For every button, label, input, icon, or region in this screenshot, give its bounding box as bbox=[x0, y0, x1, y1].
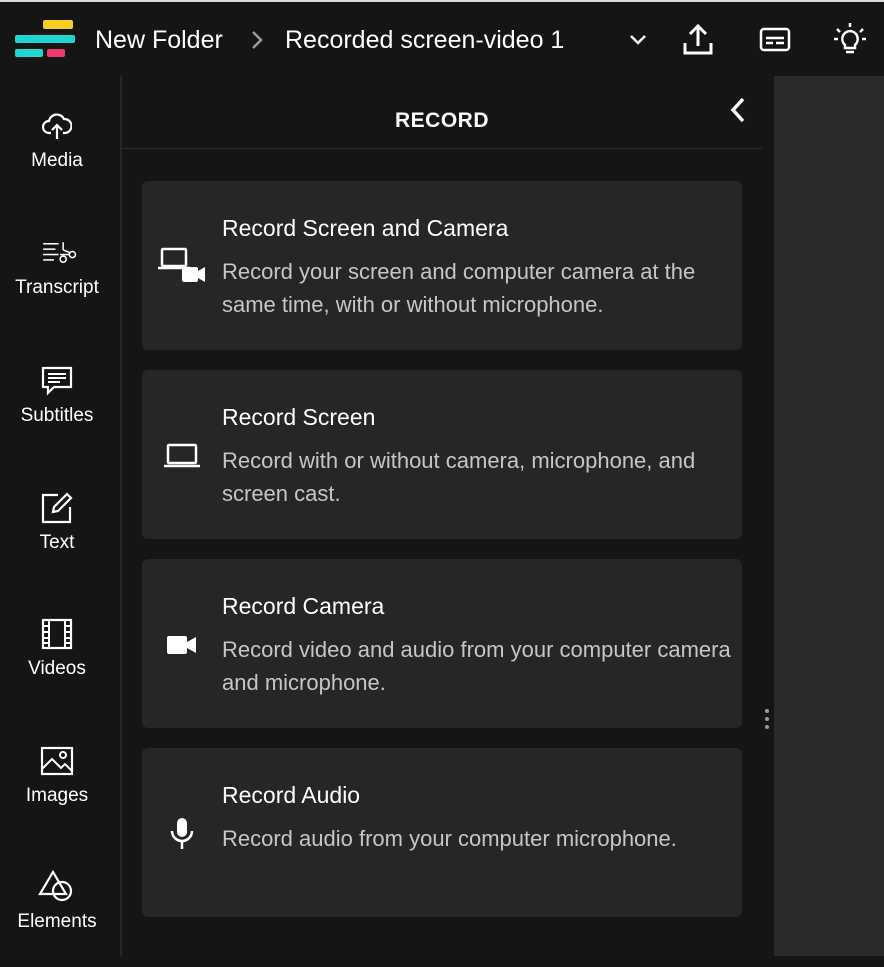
sidebar-item-media[interactable]: Media bbox=[0, 106, 114, 206]
subtitles-icon bbox=[759, 27, 791, 52]
upload-icon bbox=[683, 23, 713, 55]
record-screen-and-camera-option[interactable]: Record Screen and Camera Record your scr… bbox=[142, 181, 742, 350]
transcript-icon bbox=[37, 233, 77, 273]
lightbulb-icon bbox=[834, 23, 866, 54]
sidebar-item-label: Elements bbox=[17, 911, 97, 932]
sidebar-item-images[interactable]: Images bbox=[0, 741, 114, 841]
screen-camera-icon bbox=[154, 239, 210, 295]
sidebar-item-label: Text bbox=[39, 532, 75, 553]
project-menu-button[interactable] bbox=[618, 20, 658, 60]
sidebar-item-label: Subtitles bbox=[20, 405, 94, 426]
card-title: Record Screen bbox=[222, 404, 376, 430]
top-bar: New Folder Recorded screen-video 1 bbox=[0, 0, 884, 76]
panel-header: RECORD bbox=[122, 76, 762, 149]
chevron-right-icon bbox=[252, 31, 263, 49]
record-screen-option[interactable]: Record Screen Record with or without cam… bbox=[142, 370, 742, 539]
cloud-upload-icon bbox=[37, 106, 77, 146]
sidebar-item-text[interactable]: Text bbox=[0, 488, 114, 588]
record-camera-option[interactable]: Record Camera Record video and audio fro… bbox=[142, 559, 742, 728]
card-title: Record Camera bbox=[222, 593, 385, 619]
laptop-icon bbox=[154, 428, 210, 484]
card-description: Record video and audio from your compute… bbox=[222, 637, 731, 695]
sidebar-item-label: Media bbox=[31, 150, 83, 171]
export-button[interactable] bbox=[678, 20, 718, 60]
video-camera-icon bbox=[154, 617, 210, 673]
record-panel: RECORD Record Screen and Camera Record y… bbox=[122, 76, 774, 956]
breadcrumb-folder[interactable]: New Folder bbox=[95, 24, 223, 56]
sidebar: Media Transcript Subtitles Text Videos I… bbox=[0, 76, 120, 956]
panel-title: RECORD bbox=[394, 109, 489, 132]
card-description: Record audio from your computer micropho… bbox=[222, 826, 677, 851]
speech-bubble-icon bbox=[37, 361, 77, 401]
image-icon bbox=[37, 741, 77, 781]
project-title[interactable]: Recorded screen-video 1 bbox=[285, 24, 564, 56]
shapes-icon bbox=[37, 867, 77, 907]
sidebar-item-label: Transcript bbox=[15, 277, 99, 298]
card-description: Record your screen and computer camera a… bbox=[222, 259, 696, 317]
sidebar-item-transcript[interactable]: Transcript bbox=[0, 233, 114, 333]
app-logo[interactable] bbox=[15, 18, 75, 60]
editor-canvas-area bbox=[774, 76, 884, 956]
edit-text-icon bbox=[37, 488, 77, 528]
sidebar-item-label: Videos bbox=[28, 658, 86, 679]
record-audio-option[interactable]: Record Audio Record audio from your comp… bbox=[142, 748, 742, 917]
sidebar-item-subtitles[interactable]: Subtitles bbox=[0, 361, 114, 461]
sidebar-item-videos[interactable]: Videos bbox=[0, 614, 114, 714]
chevron-down-icon bbox=[630, 35, 646, 45]
panel-resize-handle[interactable] bbox=[764, 708, 770, 730]
sidebar-item-elements[interactable]: Elements bbox=[0, 867, 114, 967]
chevron-left-icon bbox=[730, 97, 745, 123]
card-description: Record with or without camera, microphon… bbox=[222, 448, 696, 506]
tips-button[interactable] bbox=[830, 20, 870, 60]
sidebar-item-label: Images bbox=[25, 785, 89, 806]
film-icon bbox=[37, 614, 77, 654]
card-title: Record Audio bbox=[222, 782, 361, 808]
collapse-panel-button[interactable] bbox=[722, 94, 754, 126]
card-title: Record Screen and Camera bbox=[222, 215, 509, 241]
microphone-icon bbox=[154, 806, 210, 862]
subtitles-button[interactable] bbox=[755, 20, 795, 60]
